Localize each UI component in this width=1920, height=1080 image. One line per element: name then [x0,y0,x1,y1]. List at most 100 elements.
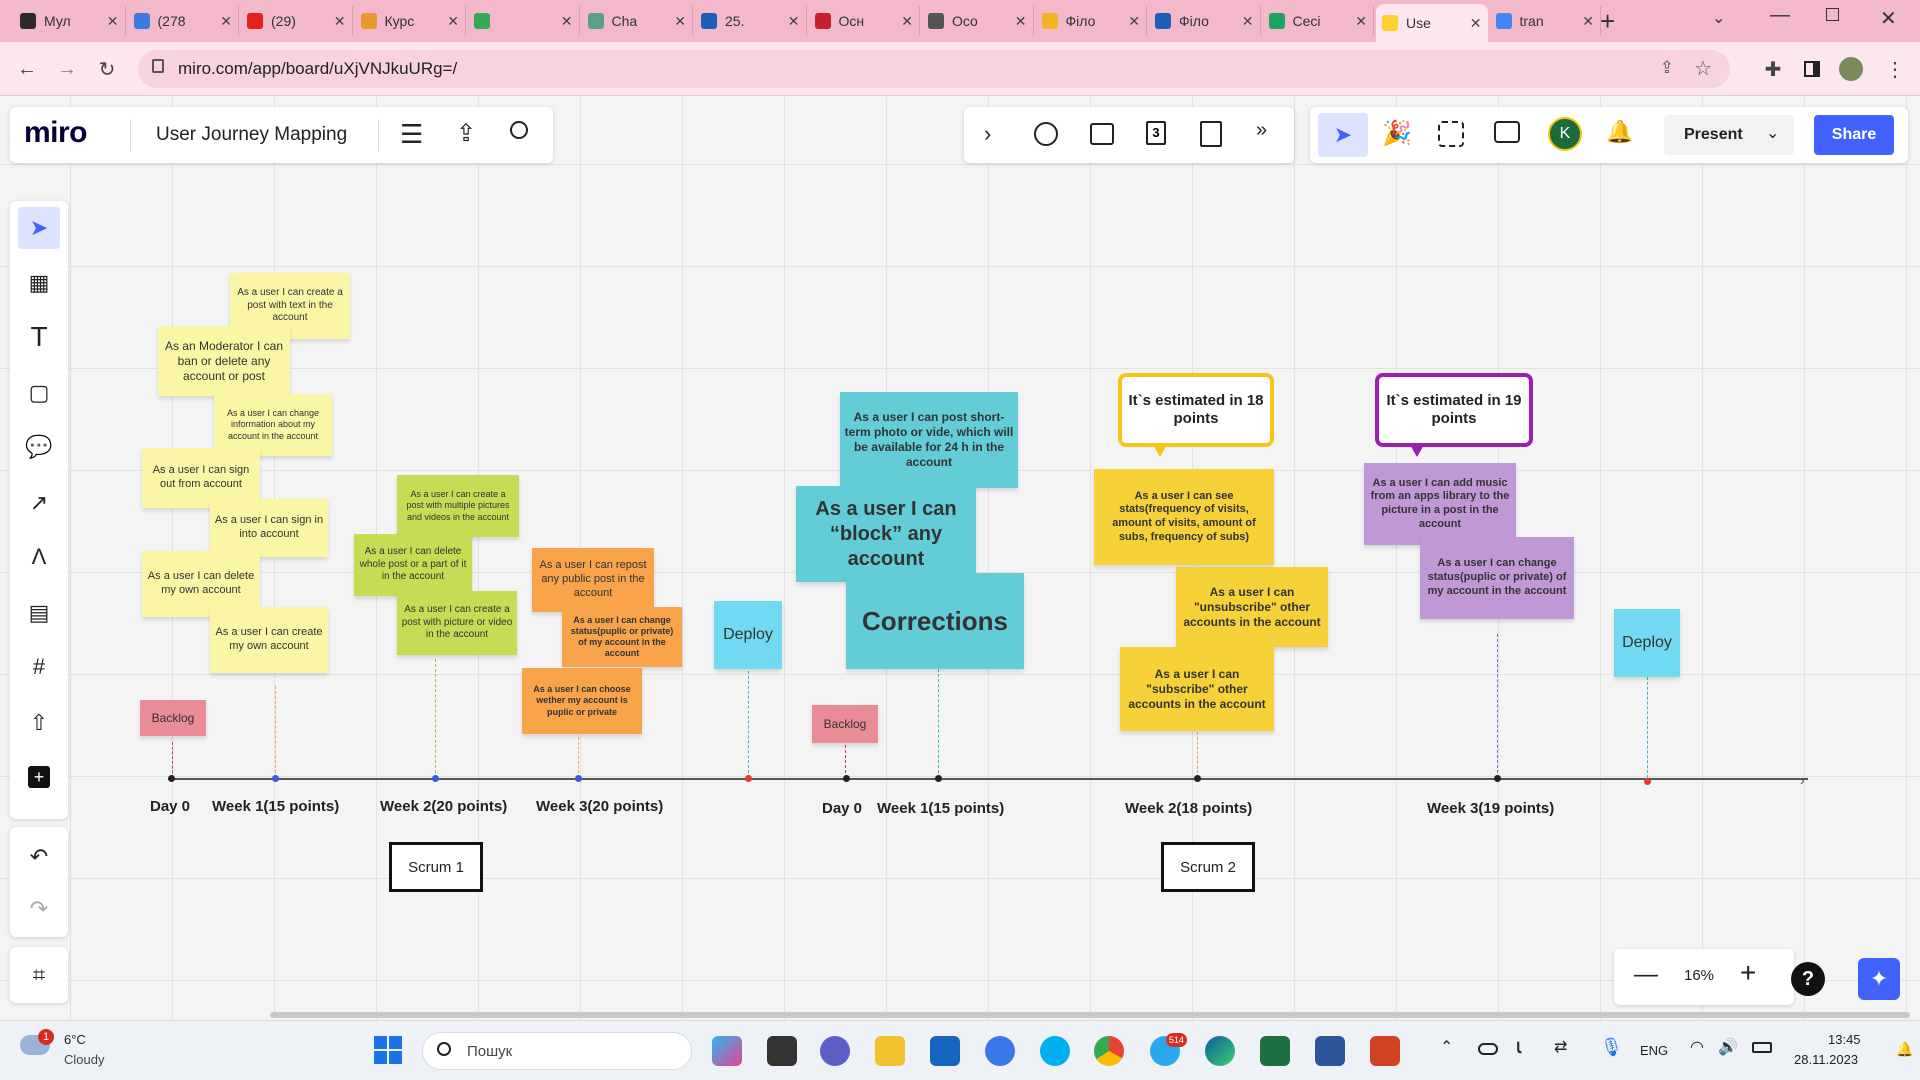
backlog-sticky[interactable]: Backlog [140,700,206,736]
horizontal-scrollbar[interactable] [270,1012,1910,1018]
sticky-note[interactable]: As a user I can sign in into account [210,499,328,557]
sticky-note[interactable]: As a user I can change status(puplic or … [1420,537,1574,619]
reactions-icon[interactable]: 🎉 [1382,119,1412,148]
close-tab-icon[interactable]: ✕ [668,13,686,30]
clock-time[interactable]: 13:45 [1828,1032,1861,1047]
help-button[interactable]: ? [1791,962,1825,996]
copilot-icon[interactable] [712,1036,742,1066]
sticky-note[interactable]: Corrections [846,573,1024,669]
browser-tab[interactable]: Сесі ✕ [1263,6,1374,36]
weather-condition[interactable]: Cloudy [64,1052,104,1067]
more-tools-chevron-icon[interactable]: » [1256,119,1267,142]
miro-board-canvas[interactable]: miro User Journey Mapping ☰ ⇪ › 3 » ➤ 🎉 … [0,97,1920,1020]
browser-menu-icon[interactable]: ⋮ [1880,54,1910,84]
undo-icon[interactable]: ↶ [23,841,55,873]
close-tab-icon[interactable]: ✕ [1122,13,1140,30]
windows-start-icon[interactable] [374,1036,402,1064]
pen-icon[interactable]: Λ [23,541,55,573]
volume-icon[interactable]: 🔊 [1718,1037,1738,1057]
close-tab-icon[interactable]: ✕ [101,13,119,30]
audio-meter-icon[interactable]: Ꙇ [1516,1039,1521,1057]
comments-icon[interactable] [1494,121,1520,143]
new-tab-button[interactable]: + [1600,6,1615,37]
notification-center-icon[interactable]: 🔔 [1896,1041,1913,1058]
browser-tab[interactable]: Мул ✕ [14,6,126,36]
sticky-note[interactable]: As a user I can change status(puplic or … [562,607,682,667]
templates-icon[interactable]: ▦ [23,267,55,299]
close-tab-icon[interactable]: ✕ [1349,13,1367,30]
sticky-note[interactable]: As an Moderator I can ban or delete any … [158,326,290,396]
zoom-level[interactable]: 16% [1684,967,1714,984]
frames-list-icon[interactable]: ⌗ [23,959,55,991]
browser-tab[interactable]: Use ✕ [1376,4,1488,42]
estimation-icon[interactable]: 3 [1146,121,1166,145]
main-menu-icon[interactable]: ☰ [400,119,423,150]
keyboard-language[interactable]: ENG [1640,1043,1668,1058]
scrum-2-box[interactable]: Scrum 2 [1161,842,1255,892]
browser-tab[interactable]: tran ✕ [1490,6,1601,36]
wifi-icon[interactable]: ◠ [1690,1037,1704,1057]
estimate-speech-bubble[interactable]: It`s estimated in 18 points [1118,373,1274,447]
browser-tab[interactable]: (29) ✕ [241,6,353,36]
sticky-note[interactable]: As a user I can see stats(frequency of v… [1094,469,1274,565]
user-avatar[interactable]: K [1548,117,1582,151]
microphone-icon[interactable]: 🎙 [1600,1037,1623,1058]
battery-icon[interactable] [1752,1042,1772,1053]
show-hidden-icons-chevron[interactable]: ⌃ [1440,1037,1453,1057]
clock-date[interactable]: 28.11.2023 [1794,1052,1858,1067]
estimate-speech-bubble[interactable]: It`s estimated in 19 points [1375,373,1533,447]
side-panel-icon[interactable] [1797,54,1827,84]
more-apps-icon[interactable]: + [23,761,55,793]
mail-icon[interactable] [930,1036,960,1066]
close-tab-icon[interactable]: ✕ [1009,13,1027,30]
sticky-note[interactable]: As a user I can “block” any account [796,486,976,582]
weather-temperature[interactable]: 6°C [64,1032,86,1047]
close-tab-icon[interactable]: ✕ [895,13,913,30]
browser-tab[interactable]: (278 ✕ [128,6,239,36]
deploy-sticky[interactable]: Deploy [1614,609,1680,677]
forward-button[interactable]: → [52,54,82,84]
comment-shape-icon[interactable]: 💬 [23,431,55,463]
browser-tab[interactable]: Осн ✕ [809,6,920,36]
present-dropdown-icon[interactable]: ⌄ [1766,123,1779,143]
close-tab-icon[interactable]: ✕ [328,13,346,30]
sticky-note[interactable]: As a user I can choose wether my account… [522,668,642,734]
zoom-out-button[interactable]: — [1634,961,1658,989]
edge-icon[interactable] [1205,1036,1235,1066]
sticky-note[interactable]: As a user I can "subscribe" other accoun… [1120,647,1274,731]
task-view-icon[interactable] [767,1036,797,1066]
word-icon[interactable] [1315,1036,1345,1066]
cursor-arrow-icon[interactable]: ➤ [1318,113,1368,157]
browser-tab[interactable]: ✕ [468,6,580,36]
sticky-note[interactable]: As a user I can create my own account [210,607,328,673]
focus-screen-icon[interactable] [1438,121,1464,147]
close-tab-icon[interactable]: ✕ [1576,13,1594,30]
reload-button[interactable]: ↻ [92,54,122,84]
settings-sliders-icon[interactable]: ⇄ [1554,1037,1567,1057]
upload-icon[interactable]: ⇧ [23,707,55,739]
board-title[interactable]: User Journey Mapping [156,124,347,146]
connection-line-icon[interactable]: ↗ [23,487,55,519]
sticky-note[interactable]: As a user I can change information about… [214,394,332,456]
restore-window-button[interactable] [1826,8,1839,21]
backlog-sticky[interactable]: Backlog [812,705,878,743]
notifications-bell-icon[interactable]: 🔔 [1606,119,1633,145]
ai-assist-button[interactable]: ✦ [1858,958,1900,1000]
browser-tab[interactable]: 25. ✕ [695,6,807,36]
sticky-note[interactable]: As a user I can create a post with multi… [397,475,519,537]
miro-logo[interactable]: miro [24,116,88,150]
close-window-button[interactable]: ✕ [1880,6,1897,31]
taskbar-search-input[interactable]: Пошук [422,1032,692,1070]
sticky-note[interactable]: As a user I can add music from an apps l… [1364,463,1516,545]
close-tab-icon[interactable]: ✕ [441,13,459,30]
scrum-1-box[interactable]: Scrum 1 [389,842,483,892]
browser-tab[interactable]: Cha ✕ [582,6,693,36]
search-icon[interactable] [510,121,528,139]
frame-icon[interactable]: # [23,651,55,683]
notes-icon[interactable] [1200,121,1222,147]
sticky-note-icon[interactable]: ▢ [23,377,55,409]
chrome-icon[interactable] [1094,1036,1124,1066]
bookmark-star-icon[interactable]: ☆ [1694,56,1712,81]
chat-icon[interactable] [985,1036,1015,1066]
browser-tab[interactable]: Осо ✕ [922,6,1034,36]
